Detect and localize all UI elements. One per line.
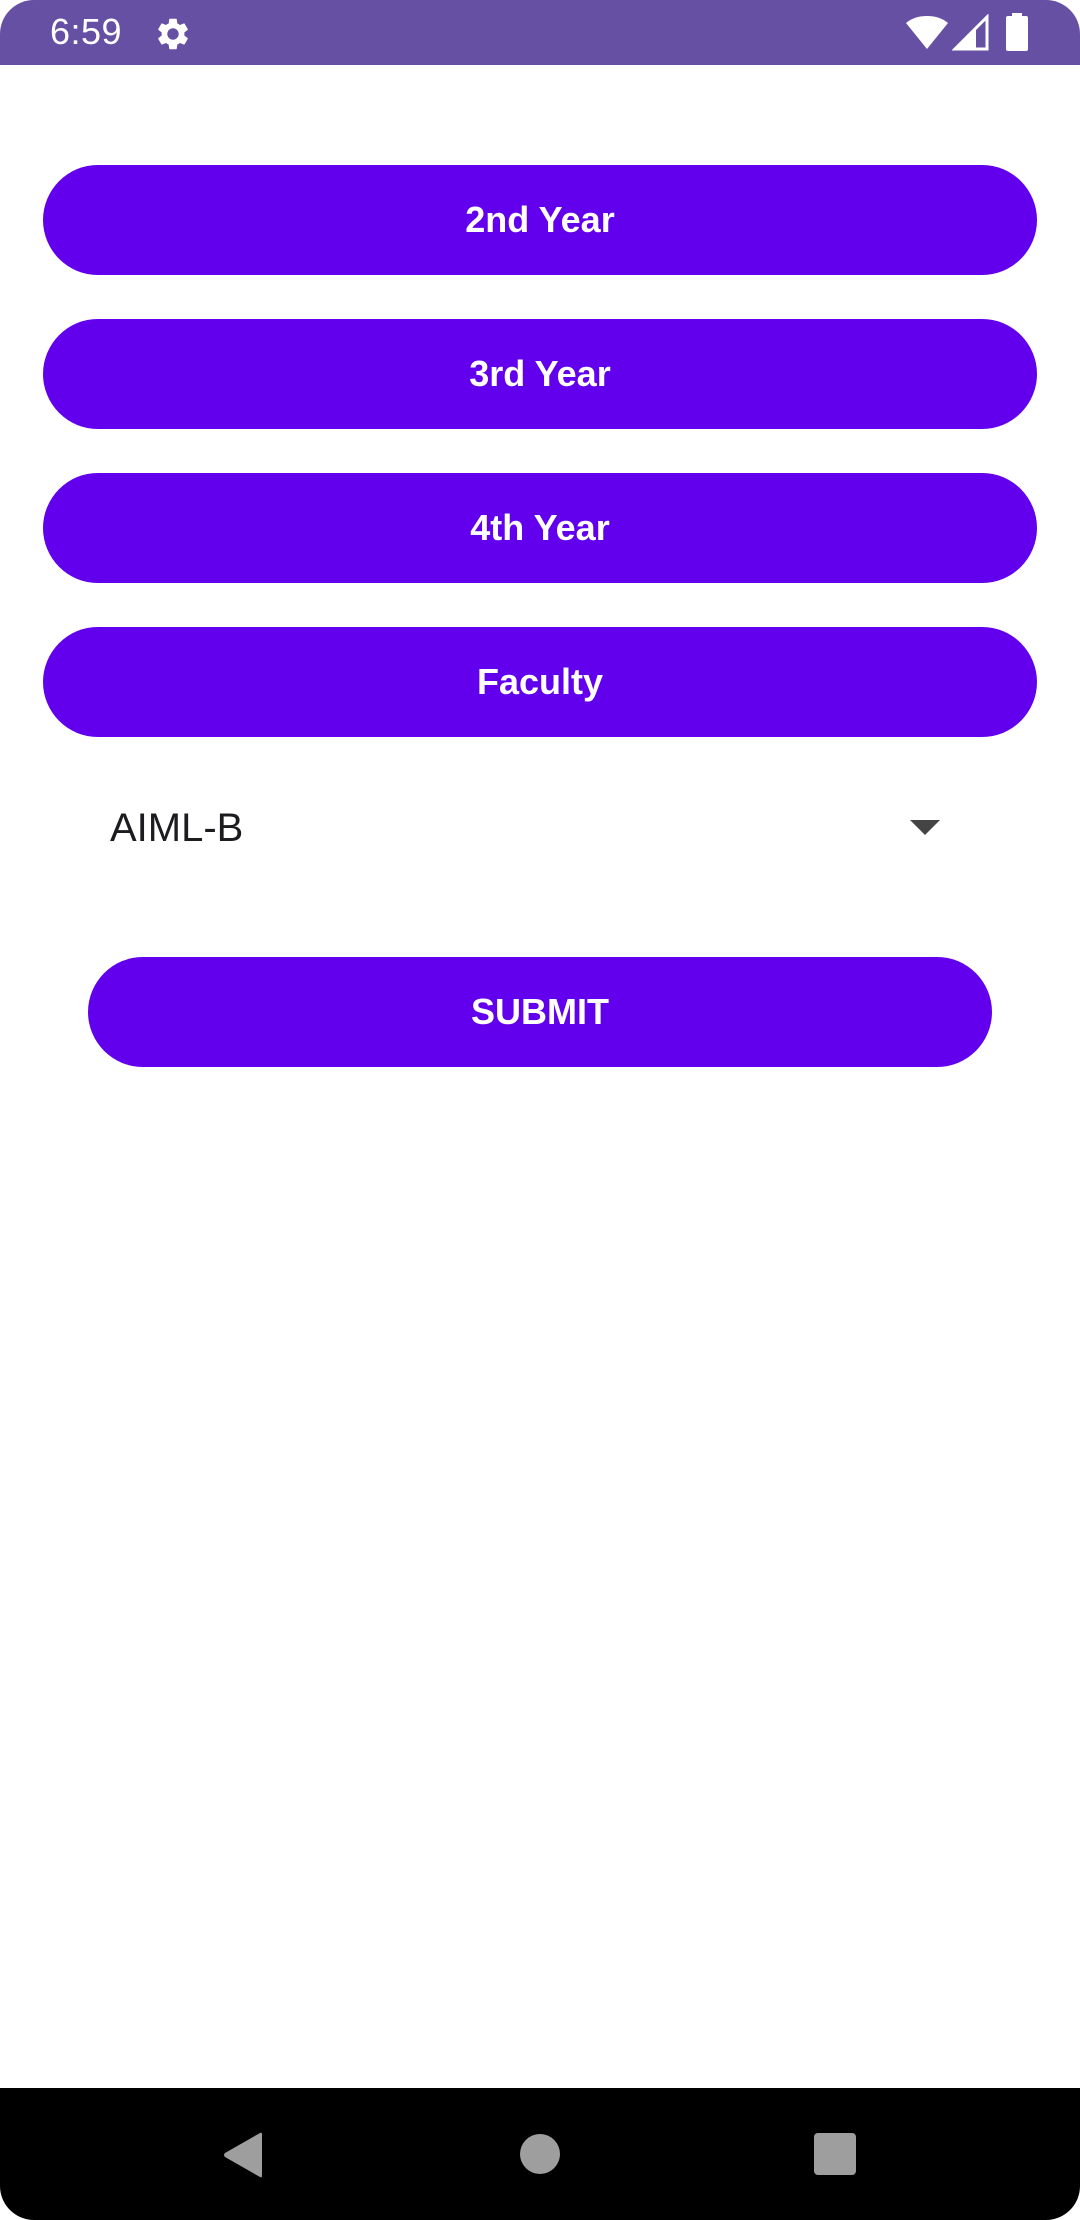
submit-button[interactable]: SUBMIT <box>88 957 992 1067</box>
fourth-year-button[interactable]: 4th Year <box>43 473 1037 583</box>
recents-icon[interactable] <box>814 2133 856 2175</box>
faculty-button[interactable]: Faculty <box>43 627 1037 737</box>
dropdown-arrow-icon <box>910 820 940 835</box>
gear-icon <box>158 18 188 50</box>
navigation-bar <box>0 2088 1080 2220</box>
signal-icon <box>952 14 989 51</box>
wifi-icon <box>906 16 948 49</box>
home-icon[interactable] <box>519 2133 561 2175</box>
status-bar: 6:59 <box>0 0 1080 65</box>
back-icon[interactable] <box>222 2132 264 2178</box>
second-year-button[interactable]: 2nd Year <box>43 165 1037 275</box>
screen: 6:59 2nd Year 3rd Year 4th Year Faculty … <box>0 0 1080 2220</box>
battery-icon <box>1006 13 1028 51</box>
status-time: 6:59 <box>50 11 123 52</box>
section-spinner[interactable]: AIML-B <box>88 780 988 876</box>
third-year-button[interactable]: 3rd Year <box>43 319 1037 429</box>
spinner-selected-value: AIML-B <box>110 806 244 850</box>
